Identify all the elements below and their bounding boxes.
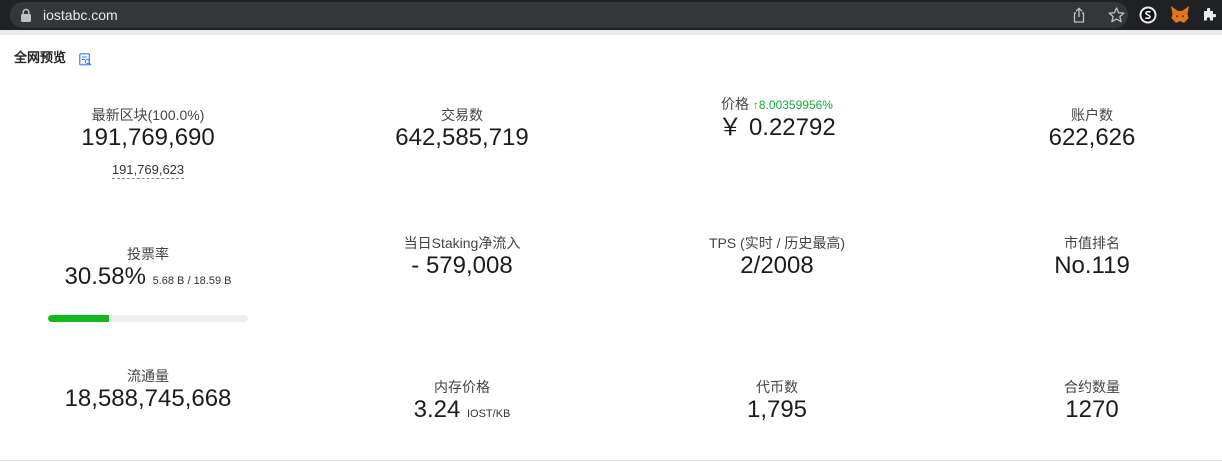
stat-contracts: 合约数量 1270 — [992, 378, 1192, 424]
stat-latest-block: 最新区块(100.0%) 191,769,690 191,769,623 — [48, 106, 248, 179]
bookmark-star-icon[interactable] — [1108, 7, 1125, 23]
stat-value: 1270 — [1065, 396, 1119, 423]
stat-value: 642,585,719 — [395, 124, 529, 151]
stat-circulation: 流通量 18,588,745,668 — [48, 367, 248, 413]
stat-value: ￥ 0.22792 — [718, 114, 836, 141]
stat-tps: TPS (实时 / 历史最高) 2/2008 — [677, 234, 877, 280]
stat-label: 流通量 — [127, 368, 169, 384]
share-icon[interactable] — [1071, 7, 1087, 23]
stat-staking: 当日Staking净流入 - 579,008 — [362, 234, 562, 280]
section-divider — [0, 460, 1222, 461]
stat-label: 合约数量 — [1064, 379, 1120, 395]
browser-toolbar: iostabc.com — [0, 0, 1222, 30]
stat-tokens: 代币数 1,795 — [677, 378, 877, 424]
page-title: 全网预览 — [14, 50, 67, 65]
stat-value: 1,795 — [746, 396, 808, 423]
stat-label: TPS (实时 / 历史最高) — [708, 235, 846, 251]
stat-label: 代币数 — [756, 379, 798, 395]
stat-label: 市值排名 — [1064, 235, 1120, 251]
stat-tx-count: 交易数 642,585,719 — [362, 106, 562, 152]
stat-value: 3.24 — [413, 396, 461, 423]
extensions-puzzle-icon[interactable] — [1202, 6, 1218, 22]
vote-detail: 5.68 B / 18.59 B — [152, 275, 232, 287]
stat-label: 投票率 — [127, 246, 169, 262]
stat-value: No.119 — [1054, 252, 1130, 279]
url-text[interactable]: iostabc.com — [43, 6, 118, 24]
stat-value: - 579,008 — [411, 252, 513, 279]
stat-label: 账户数 — [1071, 107, 1113, 123]
stat-price-header: 价格 ↑8.00359956% — [677, 95, 877, 114]
stat-label: 价格 — [721, 96, 750, 112]
stat-value: 2/2008 — [740, 252, 814, 279]
ram-unit: IOST/KB — [466, 408, 511, 420]
vote-progress-fill — [48, 315, 110, 322]
extension-s-icon[interactable] — [1139, 6, 1157, 24]
stat-vote-rate: 投票率 30.58% 5.68 B / 18.59 B — [48, 245, 248, 295]
stat-price: 价格 ↑8.00359956% ￥ 0.22792 — [677, 95, 877, 142]
stat-label: 当日Staking净流入 — [403, 235, 521, 251]
irreversible-block-link[interactable]: 191,769,623 — [111, 162, 185, 179]
metamask-fox-icon[interactable] — [1170, 5, 1190, 24]
search-document-icon[interactable] — [79, 53, 92, 66]
stat-value-row: 3.24 IOST/KB — [362, 396, 562, 428]
stat-value: 18,588,745,668 — [64, 385, 232, 412]
price-change-badge: ↑8.00359956% — [752, 98, 833, 112]
lock-icon — [21, 8, 31, 22]
stat-market-rank: 市值排名 No.119 — [992, 234, 1192, 280]
stat-label: 内存价格 — [434, 379, 490, 395]
page-top-edge — [0, 30, 1222, 35]
vote-progress-bar — [48, 315, 248, 322]
stat-ram-price: 内存价格 3.24 IOST/KB — [362, 378, 562, 428]
stat-value: 191,769,690 — [81, 124, 215, 151]
stat-value: 622,626 — [1048, 124, 1136, 151]
stat-label: 交易数 — [441, 107, 483, 123]
address-bar[interactable]: iostabc.com — [10, 2, 1128, 28]
stat-accounts: 账户数 622,626 — [992, 106, 1192, 152]
stat-label: 最新区块(100.0%) — [91, 107, 205, 123]
stat-value-row: 30.58% 5.68 B / 18.59 B — [48, 263, 248, 295]
stat-value: 30.58% — [64, 263, 146, 290]
